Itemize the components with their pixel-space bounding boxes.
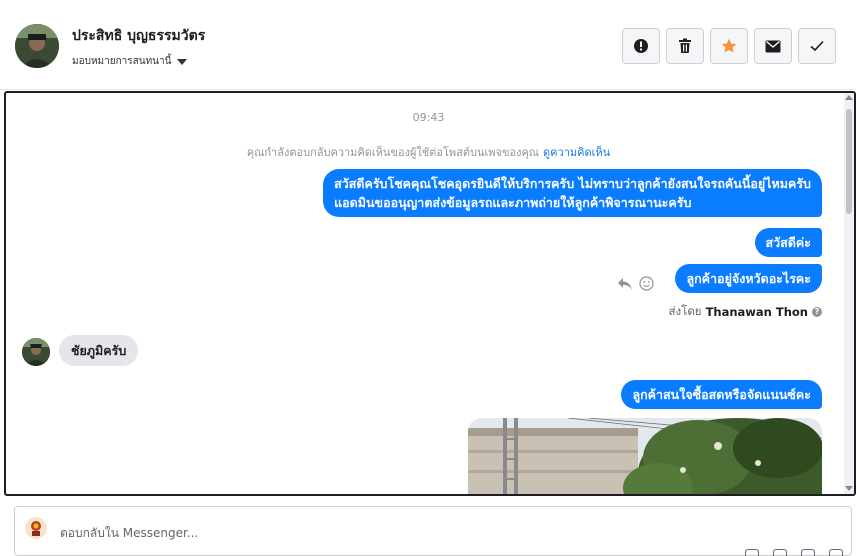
contact-avatar-small[interactable] [22,338,50,366]
attachment-icon[interactable] [745,549,759,556]
message-line: แอดมินขออนุญาตส่งข้อมูลรถและภาพถ่ายให้ลู… [334,195,692,210]
notice-text: คุณกำลังตอบกลับความคิดเห็นของผู้ใช้ต่อโพ… [246,146,540,159]
reply-composer[interactable]: ตอบกลับใน Messenger... [14,506,852,556]
caret-down-icon [177,58,188,65]
emoji-icon[interactable] [801,549,815,556]
star-icon [721,38,737,53]
message-tools [617,276,654,291]
reply-icon[interactable] [617,277,633,291]
photo-attachment[interactable] [468,418,822,494]
message-thread[interactable]: 09:43 คุณกำลังตอบกลับความคิดเห็นของผู้ใช… [4,91,856,496]
sent-by-info: ส่งโดย Thanawan Thon ? [669,303,822,321]
trash-icon [679,38,691,53]
emoji-icon[interactable] [639,276,654,291]
outgoing-message[interactable]: ลูกค้าอยู่จังหวัดอะไรคะ [675,264,822,293]
view-comment-link[interactable]: ดูความคิดเห็น [543,146,610,159]
scroll-up-arrow-icon[interactable] [845,95,853,100]
envelope-icon [765,40,781,52]
message-timestamp: 09:43 [412,111,445,124]
checkmark-icon [810,40,824,52]
sent-by-label: ส่งโดย [668,304,702,318]
sent-by-name: Thanawan Thon [705,305,808,319]
header-actions [622,28,836,64]
contact-avatar[interactable] [15,24,59,68]
mark-unread-button[interactable] [754,28,792,64]
outgoing-message[interactable]: ลูกค้าสนใจซื้อสดหรือจัดแนนซ์คะ [621,380,822,409]
alert-icon [634,39,648,53]
help-icon[interactable]: ? [812,307,822,317]
reply-input[interactable]: ตอบกลับใน Messenger... [60,524,198,543]
spam-button[interactable] [622,28,660,64]
comment-reply-notice: คุณกำลังตอบกลับความคิดเห็นของผู้ใช้ต่อโพ… [6,143,851,161]
saved-replies-icon[interactable] [829,549,843,556]
outgoing-message[interactable]: สวัสดีค่ะ [754,228,822,257]
incoming-message[interactable]: ชัยภูมิครับ [59,335,139,366]
image-icon[interactable] [773,549,787,556]
mark-done-button[interactable] [798,28,836,64]
page-avatar [25,517,47,539]
scrollbar-thumb[interactable] [846,109,852,214]
assign-conversation-dropdown[interactable]: มอบหมายการสนทนานี้ [72,54,188,69]
conversation-header: ประสิทธิ บุญธรรมวัตร มอบหมายการสนทนานี้ [0,0,856,90]
delete-button[interactable] [666,28,704,64]
outgoing-message[interactable]: สวัสดีครับโชคคุณโชคอุดรยินดีให้บริการครั… [323,169,822,217]
scroll-down-arrow-icon[interactable] [845,486,853,491]
message-line: สวัสดีครับโชคคุณโชคอุดรยินดีให้บริการครั… [334,176,811,191]
assign-label: มอบหมายการสนทนานี้ [72,56,172,67]
composer-tools [745,549,843,556]
star-button[interactable] [710,28,748,64]
contact-name[interactable]: ประสิทธิ บุญธรรมวัตร [72,25,205,47]
